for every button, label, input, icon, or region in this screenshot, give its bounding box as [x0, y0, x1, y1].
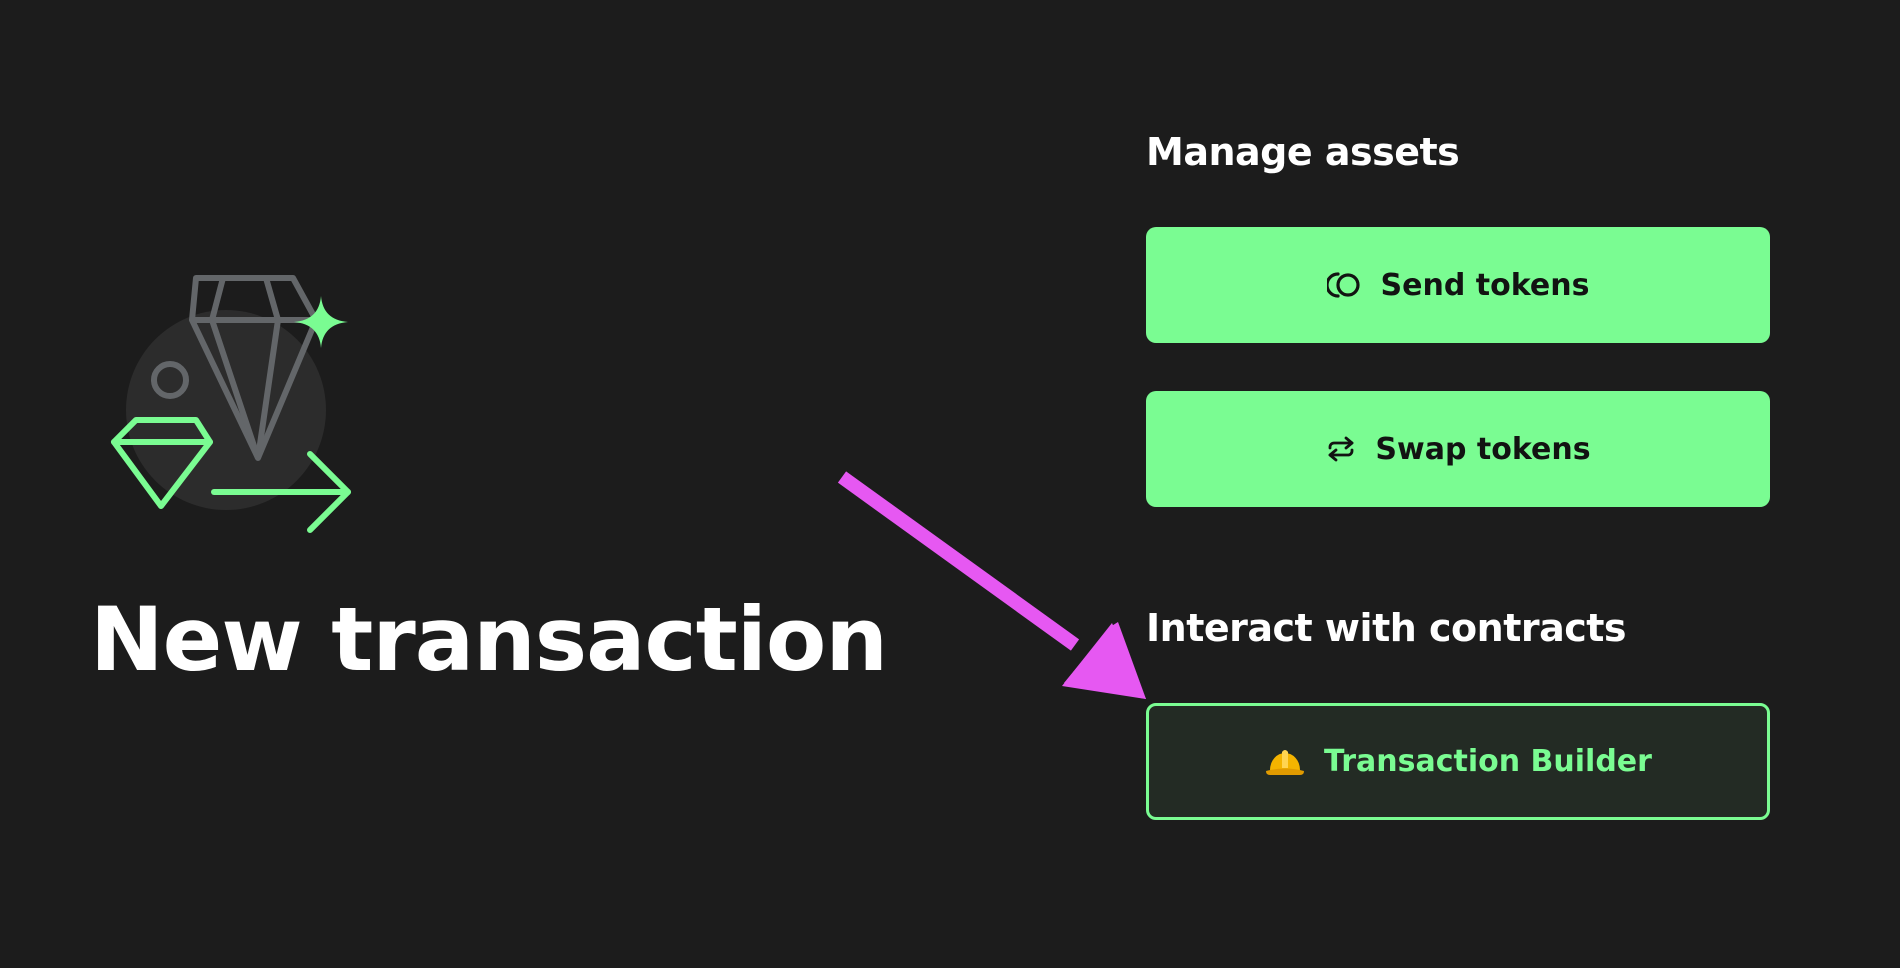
transaction-builder-label: Transaction Builder: [1324, 744, 1652, 779]
swap-tokens-label: Swap tokens: [1375, 431, 1591, 467]
send-tokens-label: Send tokens: [1380, 267, 1590, 303]
annotation-arrow: [837, 471, 1146, 699]
hard-hat-icon: [1264, 744, 1306, 780]
swap-tokens-button[interactable]: Swap tokens: [1146, 391, 1770, 507]
send-tokens-button[interactable]: Send tokens: [1146, 227, 1770, 343]
page-title: New transaction: [90, 588, 888, 691]
diamond-transfer-illustration: [111, 275, 351, 533]
transaction-builder-button[interactable]: Transaction Builder: [1146, 703, 1770, 820]
new-transaction-page: New transaction Manage assets Send token…: [0, 0, 1900, 968]
swap-arrows-icon: [1325, 433, 1357, 465]
interact-contracts-heading: Interact with contracts: [1146, 606, 1627, 650]
manage-assets-heading: Manage assets: [1146, 130, 1460, 174]
send-tokens-icon: [1326, 270, 1363, 300]
